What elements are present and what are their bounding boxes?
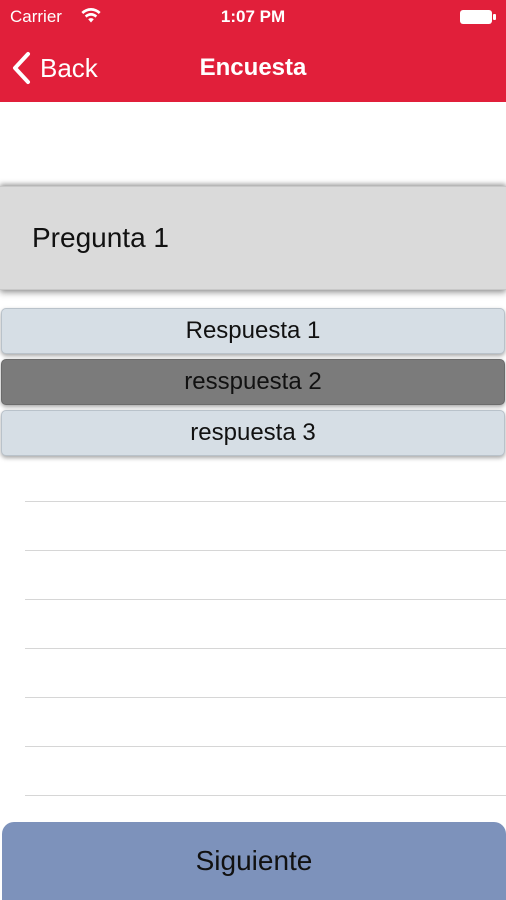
header: Carrier 1:07 PM Back Encuesta xyxy=(0,0,506,102)
empty-table-rows xyxy=(25,501,506,844)
question-text: Pregunta 1 xyxy=(32,222,169,253)
answer-option-2[interactable]: resspuesta 2 xyxy=(1,359,505,405)
next-button[interactable]: Siguiente xyxy=(2,822,506,900)
answer-option-3[interactable]: respuesta 3 xyxy=(1,410,505,456)
row-separator xyxy=(25,697,506,698)
status-bar: Carrier 1:07 PM xyxy=(0,0,506,34)
row-separator xyxy=(25,746,506,747)
row-separator xyxy=(25,501,506,502)
row-separator xyxy=(25,599,506,600)
question-card: Pregunta 1 xyxy=(0,186,506,290)
answer-list: Respuesta 1 resspuesta 2 respuesta 3 xyxy=(0,308,506,461)
battery-full-icon xyxy=(460,10,496,24)
navigation-bar: Back Encuesta xyxy=(0,34,506,102)
page-title: Encuesta xyxy=(199,54,307,81)
row-separator xyxy=(25,795,506,796)
row-separator xyxy=(25,550,506,551)
row-separator xyxy=(25,648,506,649)
status-time: 1:07 PM xyxy=(220,7,286,26)
answer-option-1[interactable]: Respuesta 1 xyxy=(1,308,505,354)
